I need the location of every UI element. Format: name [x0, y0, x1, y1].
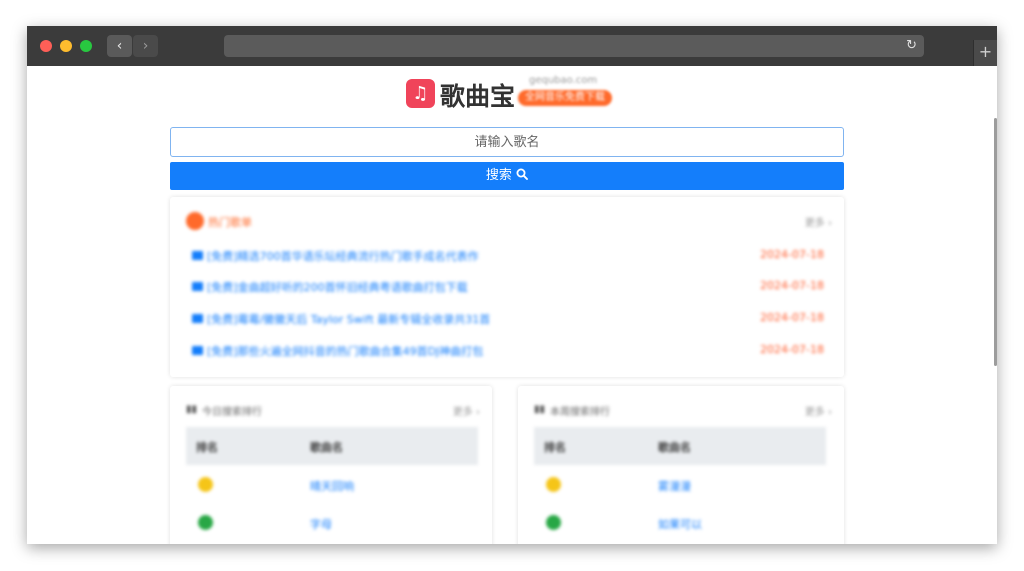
- rank-medal-icon: [198, 515, 213, 530]
- site-name: 歌曲宝: [440, 82, 516, 111]
- browser-toolbar: ‹ › ↻ +: [27, 26, 997, 66]
- song-link[interactable]: 晴天回响: [310, 478, 354, 494]
- forward-button[interactable]: ›: [133, 35, 158, 57]
- col-song-header: 歌曲名: [658, 441, 691, 454]
- today-rank-card: ▮▮ 今日搜索排行 更多 › 排名 歌曲名 晴天回响 字母: [170, 386, 492, 544]
- chevron-left-icon: ‹: [116, 38, 123, 54]
- playlist-title[interactable]: [免费]精选700首华语乐坛经典流行热门歌手成名代表作: [207, 248, 479, 264]
- page-scrollbar[interactable]: [994, 118, 997, 366]
- bar-chart-icon: ▮▮: [186, 404, 198, 415]
- week-rank-more-link[interactable]: 更多 ›: [805, 403, 832, 418]
- back-button[interactable]: ‹: [107, 35, 132, 57]
- playlist-item[interactable]: [免费]精选700首华语乐坛经典流行热门歌手成名代表作 2024-07-18: [192, 248, 824, 264]
- hot-playlists-card: 热门歌单 更多 › [免费]精选700首华语乐坛经典流行热门歌手成名代表作 20…: [170, 197, 844, 377]
- folder-icon: [192, 346, 203, 355]
- today-rank-more-link[interactable]: 更多 ›: [453, 403, 480, 418]
- song-link[interactable]: 如果可以: [658, 516, 702, 532]
- table-header: 排名 歌曲名: [534, 427, 826, 465]
- week-rank-title: 本周搜索排行: [550, 407, 610, 418]
- rank-medal-icon: [546, 477, 561, 492]
- playlist-item[interactable]: [免费]那些火遍全网抖音的热门歌曲合集49首DJ神曲打包 2024-07-18: [192, 343, 824, 359]
- playlist-title[interactable]: [免费]那些火遍全网抖音的热门歌曲合集49首DJ神曲打包: [207, 343, 483, 359]
- folder-icon: [192, 251, 203, 260]
- folder-icon: [192, 314, 203, 323]
- search-icon: [516, 168, 529, 183]
- minimize-window-button[interactable]: [60, 40, 72, 52]
- address-bar[interactable]: ↻: [224, 35, 924, 57]
- song-link[interactable]: 雾漫漫: [658, 478, 691, 494]
- hot-playlists-title: 热门歌单: [208, 216, 252, 229]
- bar-chart-icon: ▮▮: [534, 404, 546, 415]
- new-tab-button[interactable]: +: [973, 40, 997, 66]
- playlist-item[interactable]: [免费]霉霉/黴黴天后 Taylor Swift 最新专辑全收录共31首 202…: [192, 311, 824, 327]
- playlist-item[interactable]: [免费]金曲超好听的200首怀旧经典粤语歌曲打包下载 2024-07-18: [192, 279, 824, 295]
- search-button[interactable]: 搜索: [170, 162, 844, 190]
- hot-more-link[interactable]: 更多 ›: [805, 214, 832, 229]
- search-button-label: 搜索: [485, 168, 512, 183]
- song-search-input[interactable]: [170, 127, 844, 157]
- table-row: 字母: [186, 504, 478, 542]
- playlist-date: 2024-07-18: [760, 279, 824, 292]
- table-header: 排名 歌曲名: [186, 427, 478, 465]
- col-song-header: 歌曲名: [310, 441, 343, 454]
- table-row: 如果可以: [534, 504, 826, 542]
- site-domain: gequbao.com: [529, 75, 598, 86]
- browser-window: ‹ › ↻ + ♫ 歌曲宝 gequbao.com 全网音乐免费下载 搜索 热门…: [27, 26, 997, 544]
- playlist-title[interactable]: [免费]霉霉/黴黴天后 Taylor Swift 最新专辑全收录共31首: [207, 311, 490, 327]
- playlist-date: 2024-07-18: [760, 311, 824, 324]
- playlist-title[interactable]: [免费]金曲超好听的200首怀旧经典粤语歌曲打包下载: [207, 279, 468, 295]
- table-row: 晴天回响: [186, 466, 478, 504]
- plus-icon: +: [978, 42, 993, 61]
- col-rank-header: 排名: [196, 441, 218, 454]
- song-link[interactable]: 字母: [310, 516, 332, 532]
- close-window-button[interactable]: [40, 40, 52, 52]
- chevron-right-icon: ›: [142, 38, 149, 54]
- music-note-icon: ♫: [406, 79, 435, 108]
- rank-medal-icon: [198, 477, 213, 492]
- site-tagline-badge: 全网音乐免费下载: [518, 90, 612, 106]
- col-rank-header: 排名: [544, 441, 566, 454]
- rank-medal-icon: [546, 515, 561, 530]
- page-content: ♫ 歌曲宝 gequbao.com 全网音乐免费下载 搜索 热门歌单 更多 › …: [27, 66, 997, 544]
- playlist-date: 2024-07-18: [760, 343, 824, 356]
- reload-icon[interactable]: ↻: [906, 35, 917, 57]
- playlist-date: 2024-07-18: [760, 248, 824, 261]
- table-row: 雾漫漫: [534, 466, 826, 504]
- today-rank-title: 今日搜索排行: [202, 407, 262, 418]
- zoom-window-button[interactable]: [80, 40, 92, 52]
- week-rank-card: ▮▮ 本周搜索排行 更多 › 排名 歌曲名 雾漫漫 如果可以: [518, 386, 844, 544]
- fire-icon: [186, 212, 204, 230]
- folder-icon: [192, 282, 203, 291]
